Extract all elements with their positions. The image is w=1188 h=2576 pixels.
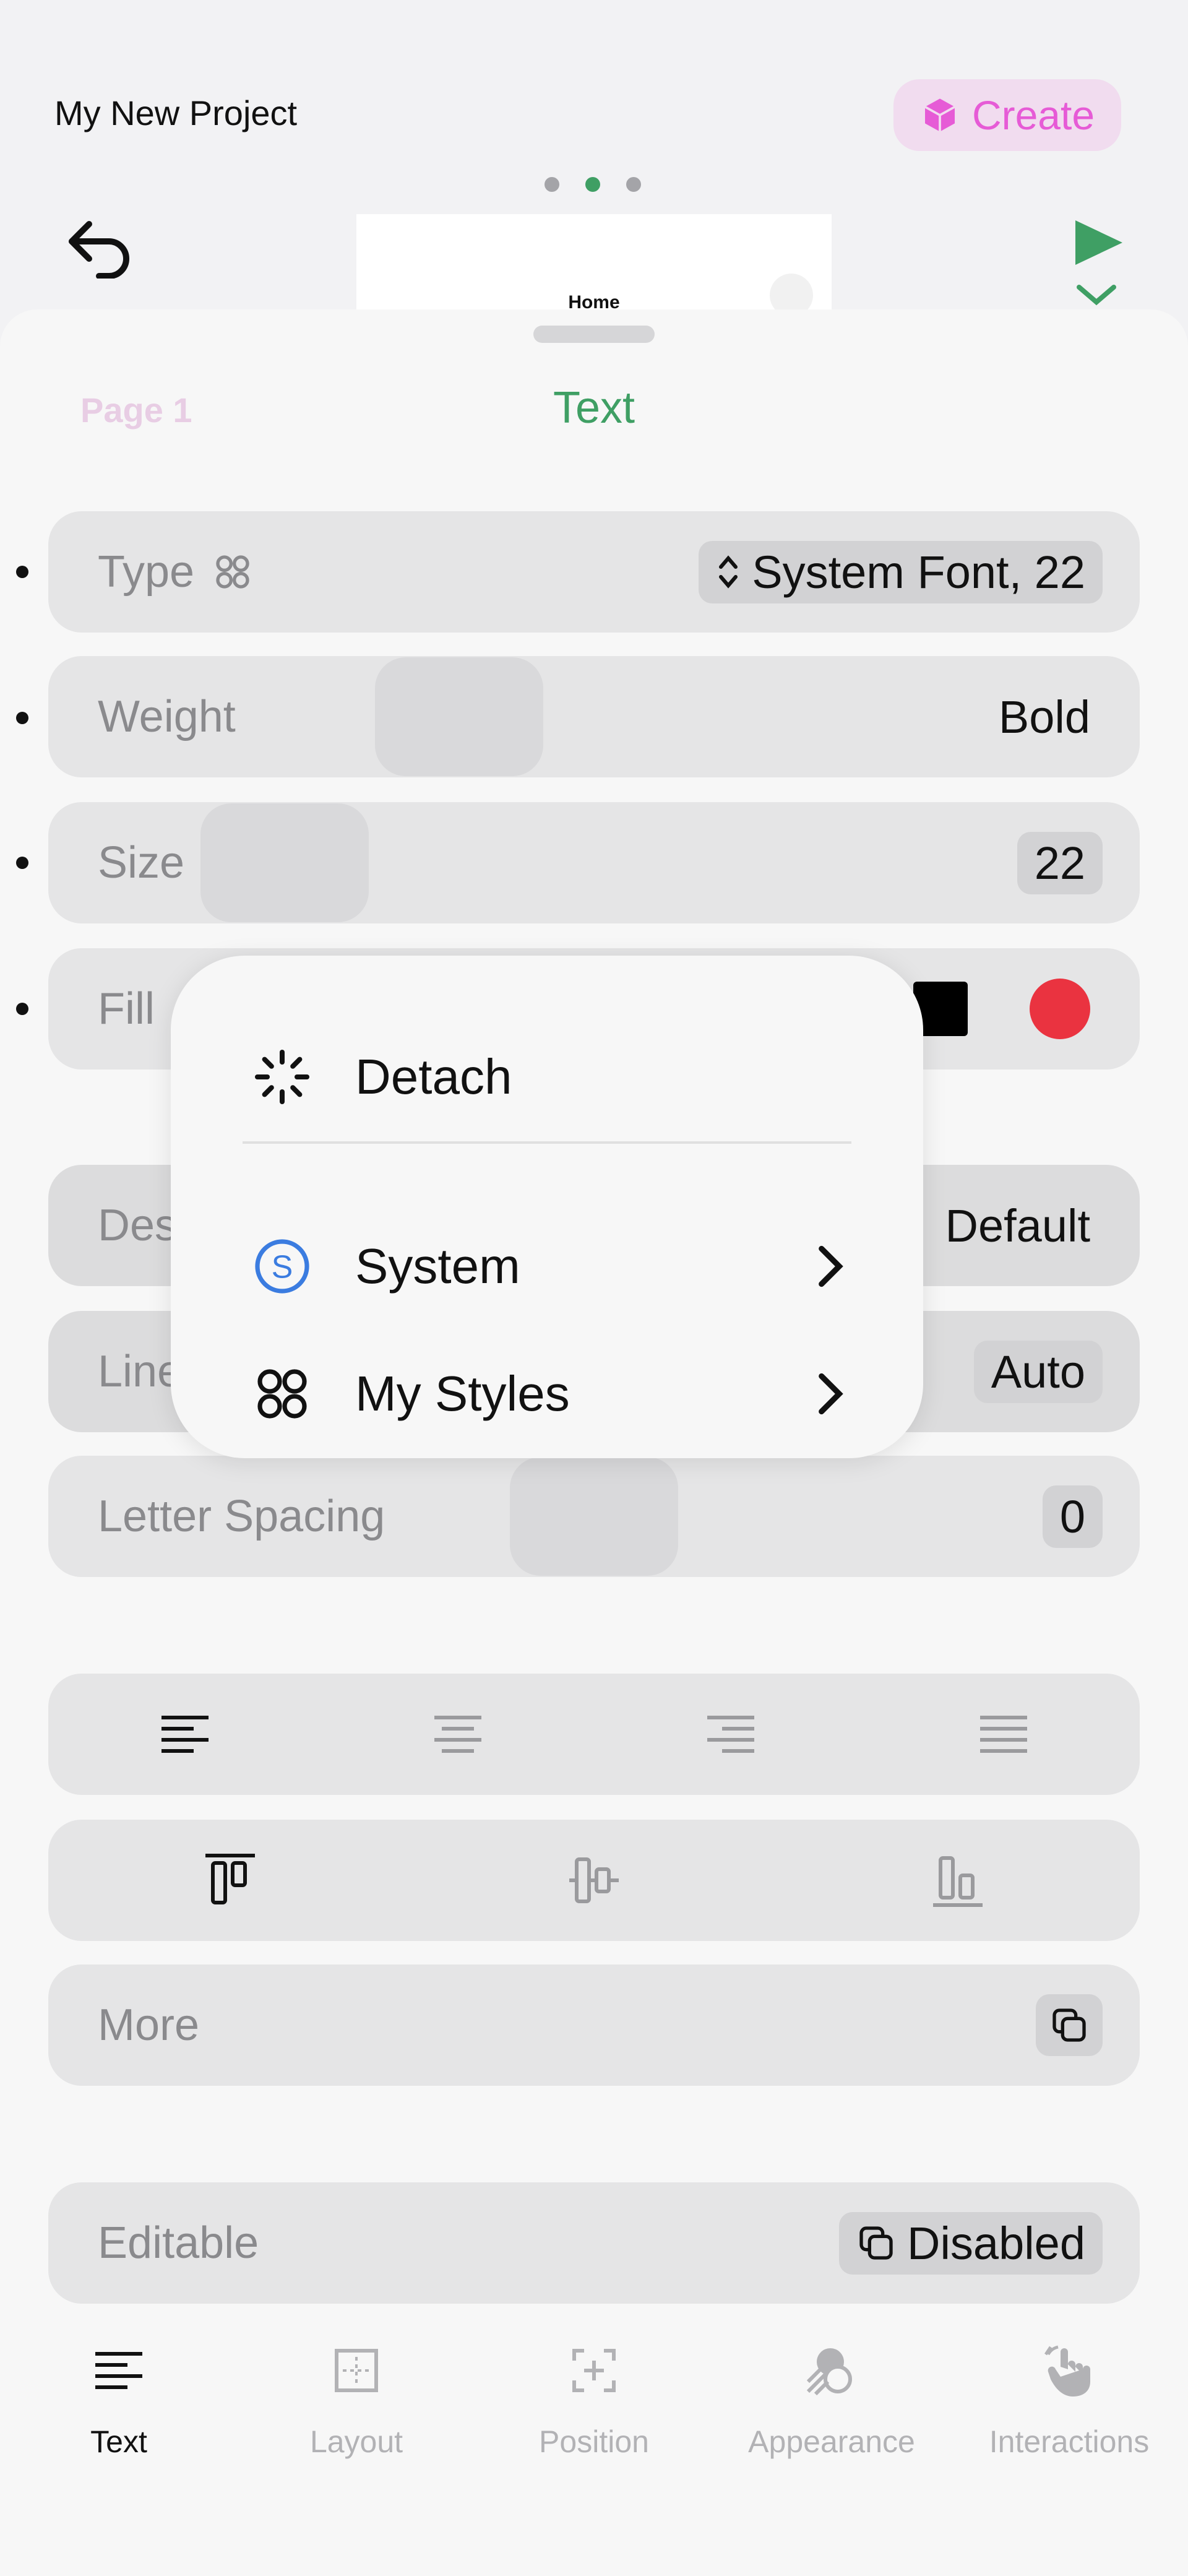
font-picker[interactable]: System Font, 22 xyxy=(699,540,1103,603)
styles-grid-icon xyxy=(216,555,249,589)
tab-label: Appearance xyxy=(748,2424,915,2459)
size-stepper[interactable]: 22 xyxy=(1017,831,1103,894)
menu-item-my-styles[interactable]: My Styles xyxy=(251,1351,849,1437)
align-right-button[interactable] xyxy=(694,1700,768,1768)
styles-grid-icon xyxy=(257,1369,307,1419)
undo-icon[interactable] xyxy=(62,217,136,279)
cube-icon xyxy=(924,98,955,132)
text-align-icon xyxy=(95,2352,142,2389)
appearance-icon xyxy=(806,2348,852,2396)
weight-row[interactable]: Weight Bold xyxy=(48,656,1140,777)
chevron-down-icon[interactable] xyxy=(1074,282,1119,307)
position-icon xyxy=(572,2349,616,2392)
vertical-alignment-row xyxy=(48,1820,1140,1941)
align-middle-button[interactable] xyxy=(557,1846,631,1914)
editable-label: Editable xyxy=(98,2218,259,2268)
align-bottom-button[interactable] xyxy=(921,1846,995,1914)
play-icon[interactable] xyxy=(1068,218,1127,267)
tab-text[interactable]: Text xyxy=(0,2302,238,2488)
my-styles-label: My Styles xyxy=(355,1366,570,1421)
text-alignment-row xyxy=(48,1674,1140,1795)
align-justify-button[interactable] xyxy=(966,1700,1041,1768)
copy-icon xyxy=(859,2226,893,2260)
tab-label: Interactions xyxy=(989,2424,1150,2459)
page-dot xyxy=(544,177,559,192)
detach-icon xyxy=(255,1050,309,1104)
bullet xyxy=(16,857,28,869)
tab-label: Layout xyxy=(309,2424,403,2459)
letter-spacing-value: 0 xyxy=(1059,1490,1085,1542)
bullet xyxy=(16,712,28,724)
align-left-button[interactable] xyxy=(148,1700,222,1768)
canvas-preview[interactable]: Home xyxy=(356,214,832,313)
more-button[interactable] xyxy=(1036,1994,1103,2056)
tab-interactions[interactable]: Interactions xyxy=(950,2302,1188,2488)
size-row[interactable]: Size 22 xyxy=(48,802,1140,923)
letter-spacing-label: Letter Spacing xyxy=(98,1492,385,1541)
align-top-icon xyxy=(205,1854,255,1904)
weight-value[interactable]: Bold xyxy=(999,691,1090,743)
align-center-icon xyxy=(434,1716,481,1753)
tab-label: Text xyxy=(90,2424,147,2459)
type-row[interactable]: Type System Font, 22 xyxy=(48,511,1140,633)
size-value: 22 xyxy=(1034,837,1085,889)
more-row[interactable]: More xyxy=(48,1964,1140,2086)
align-top-button[interactable] xyxy=(193,1846,267,1914)
system-style-icon: S xyxy=(255,1239,309,1294)
system-label: System xyxy=(355,1238,520,1294)
create-button[interactable]: Create xyxy=(893,79,1121,151)
page-dot-active xyxy=(585,177,600,192)
align-right-icon xyxy=(707,1716,754,1753)
up-down-chevron-icon xyxy=(719,555,738,589)
chevron-right-icon xyxy=(819,1373,843,1415)
detach-label: Detach xyxy=(355,1049,512,1104)
drag-ghost xyxy=(375,657,543,776)
design-value[interactable]: Default xyxy=(945,1199,1090,1252)
text-style-menu: Detach S System My Styles xyxy=(171,956,923,1458)
editable-value: Disabled xyxy=(907,2217,1085,2269)
svg-text:S: S xyxy=(272,1249,293,1285)
sheet-grabber[interactable] xyxy=(533,326,655,343)
sheet-title: Text xyxy=(553,383,635,433)
align-justify-icon xyxy=(979,1716,1027,1753)
bullet xyxy=(16,1003,28,1015)
tab-position[interactable]: Position xyxy=(475,2302,713,2488)
editable-row[interactable]: Editable Disabled xyxy=(48,2182,1140,2304)
chevron-right-icon xyxy=(819,1245,843,1287)
create-label: Create xyxy=(971,92,1095,138)
tab-layout[interactable]: Layout xyxy=(238,2302,475,2488)
fill-color-dot[interactable] xyxy=(1030,979,1090,1039)
fill-label: Fill xyxy=(98,984,155,1034)
preview-bell-icon xyxy=(770,274,813,313)
bullet xyxy=(16,566,28,578)
inspector-tab-bar: Text Layout Position Appearance Interact… xyxy=(0,2302,1188,2488)
editable-toggle[interactable]: Disabled xyxy=(839,2211,1103,2275)
copy-icon xyxy=(1052,2008,1086,2042)
weight-label: Weight xyxy=(98,692,236,741)
letter-spacing-row[interactable]: Letter Spacing 0 xyxy=(48,1456,1140,1577)
menu-divider xyxy=(243,1141,851,1144)
menu-item-detach[interactable]: Detach xyxy=(251,1034,849,1120)
align-middle-icon xyxy=(569,1857,619,1903)
align-center-button[interactable] xyxy=(421,1700,495,1768)
type-label: Type xyxy=(98,547,195,597)
interactions-icon xyxy=(1044,2345,1090,2397)
layout-icon xyxy=(335,2349,378,2392)
tab-appearance[interactable]: Appearance xyxy=(713,2302,950,2488)
line-height-stepper[interactable]: Auto xyxy=(973,1340,1103,1403)
letter-spacing-stepper[interactable]: 0 xyxy=(1042,1485,1103,1548)
project-title[interactable]: My New Project xyxy=(54,93,297,133)
more-label: More xyxy=(98,2000,200,2050)
size-label: Size xyxy=(98,838,185,888)
tab-label: Position xyxy=(539,2424,649,2459)
align-left-icon xyxy=(161,1716,209,1753)
drag-ghost xyxy=(200,803,369,922)
align-bottom-icon xyxy=(933,1856,983,1907)
page-indicator[interactable] xyxy=(544,177,641,192)
menu-item-system[interactable]: S System xyxy=(251,1223,849,1310)
page-dot xyxy=(626,177,641,192)
drag-ghost xyxy=(510,1457,678,1576)
line-height-value: Auto xyxy=(991,1346,1085,1398)
font-value: System Font, 22 xyxy=(752,546,1085,598)
